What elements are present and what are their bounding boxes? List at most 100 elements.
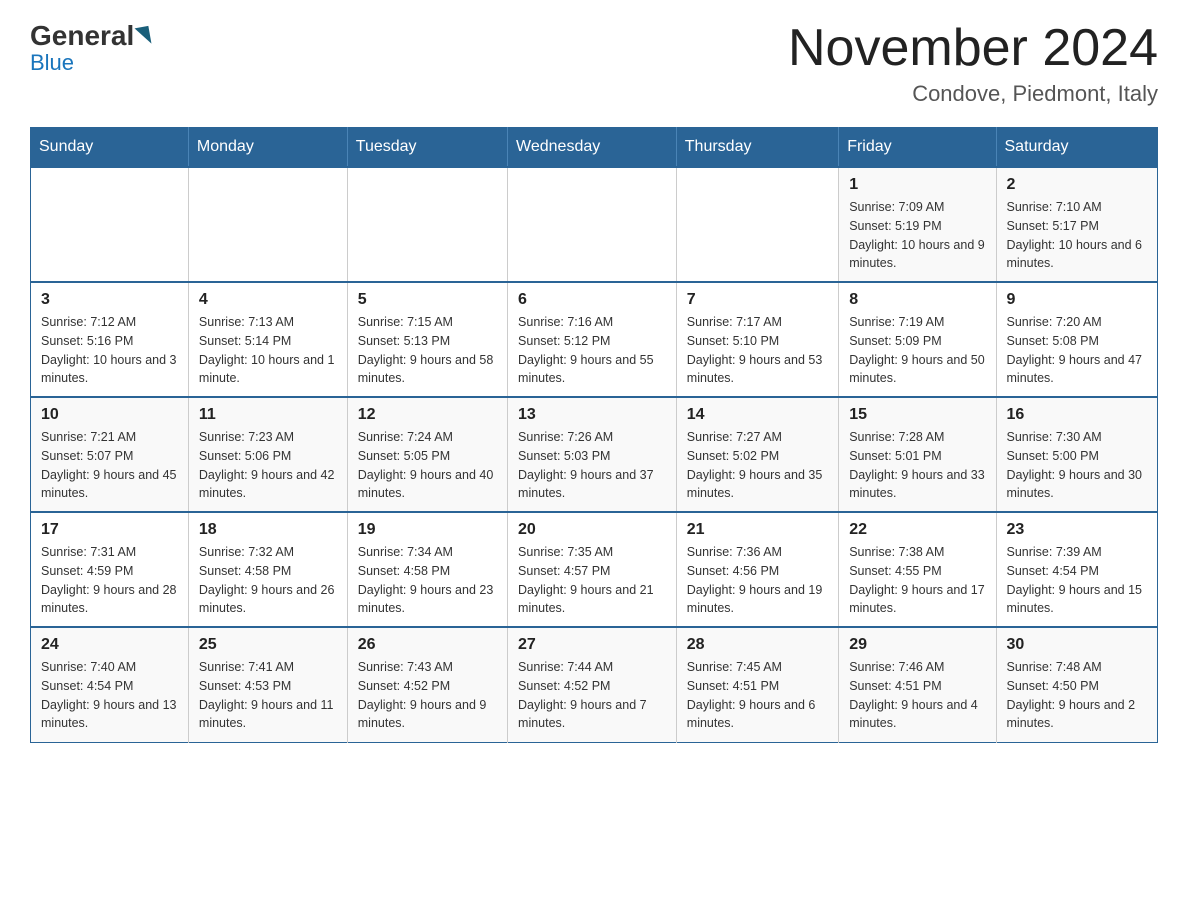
- day-info: Sunrise: 7:27 AMSunset: 5:02 PMDaylight:…: [687, 428, 828, 503]
- calendar-header: SundayMondayTuesdayWednesdayThursdayFrid…: [31, 128, 1158, 168]
- day-info: Sunrise: 7:41 AMSunset: 4:53 PMDaylight:…: [199, 658, 337, 733]
- calendar-cell: 16Sunrise: 7:30 AMSunset: 5:00 PMDayligh…: [996, 397, 1158, 512]
- day-number: 14: [687, 406, 828, 424]
- calendar-cell: 13 Sunrise: 7:26 AMSunset: 5:03 PMDayligh…: [508, 397, 677, 512]
- day-number: 19: [358, 521, 497, 539]
- weekday-header-thursday: Thursday: [676, 128, 838, 168]
- day-info: Sunrise: 7:31 AMSunset: 4:59 PMDaylight:…: [41, 543, 178, 618]
- day-number: 30: [1007, 636, 1148, 654]
- day-info: Sunrise: 7:35 AMSunset: 4:57 PMDaylight:…: [518, 543, 666, 618]
- logo-blue-text: Blue: [30, 50, 74, 76]
- day-info: Sunrise: 7:24 AMSunset: 5:05 PMDaylight:…: [358, 428, 497, 503]
- day-info: Sunrise: 7:23 AMSunset: 5:06 PMDaylight:…: [199, 428, 337, 503]
- day-info: Sunrise: 7:46 AMSunset: 4:51 PMDaylight:…: [849, 658, 985, 733]
- day-number: 28: [687, 636, 828, 654]
- calendar-body: 1 Sunrise: 7:09 AMSunset: 5:19 PMDaylight…: [31, 167, 1158, 742]
- day-number: 29: [849, 636, 985, 654]
- day-info: Sunrise: 7:28 AMSunset: 5:01 PMDaylight:…: [849, 428, 985, 503]
- calendar-cell: 28Sunrise: 7:45 AMSunset: 4:51 PMDayligh…: [676, 627, 838, 742]
- day-info: Sunrise: 7:12 AMSunset: 5:16 PMDaylight:…: [41, 313, 178, 388]
- day-number: 20: [518, 521, 666, 539]
- day-number: 12: [358, 406, 497, 424]
- day-info: Sunrise: 7:34 AMSunset: 4:58 PMDaylight:…: [358, 543, 497, 618]
- weekday-header-wednesday: Wednesday: [508, 128, 677, 168]
- day-info: Sunrise: 7:13 AMSunset: 5:14 PMDaylight:…: [199, 313, 337, 388]
- calendar-week-row: 1 Sunrise: 7:09 AMSunset: 5:19 PMDaylight…: [31, 167, 1158, 282]
- calendar-cell: 10 Sunrise: 7:21 AMSunset: 5:07 PMDayligh…: [31, 397, 189, 512]
- weekday-header-monday: Monday: [188, 128, 347, 168]
- title-section: November 2024 Condove, Piedmont, Italy: [788, 20, 1158, 107]
- calendar-cell: [31, 167, 189, 282]
- day-number: 18: [199, 521, 337, 539]
- day-number: 13: [518, 406, 666, 424]
- calendar-cell: 8 Sunrise: 7:19 AMSunset: 5:09 PMDaylight…: [839, 282, 996, 397]
- calendar-cell: 15 Sunrise: 7:28 AMSunset: 5:01 PMDayligh…: [839, 397, 996, 512]
- calendar-cell: 7 Sunrise: 7:17 AMSunset: 5:10 PMDaylight…: [676, 282, 838, 397]
- day-info: Sunrise: 7:26 AMSunset: 5:03 PMDaylight:…: [518, 428, 666, 503]
- day-info: Sunrise: 7:43 AMSunset: 4:52 PMDaylight:…: [358, 658, 497, 733]
- weekday-header-friday: Friday: [839, 128, 996, 168]
- calendar-cell: 21 Sunrise: 7:36 AMSunset: 4:56 PMDayligh…: [676, 512, 838, 627]
- calendar-week-row: 24 Sunrise: 7:40 AMSunset: 4:54 PMDayligh…: [31, 627, 1158, 742]
- calendar-cell: 2 Sunrise: 7:10 AMSunset: 5:17 PMDaylight…: [996, 167, 1158, 282]
- calendar-cell: 24 Sunrise: 7:40 AMSunset: 4:54 PMDayligh…: [31, 627, 189, 742]
- calendar-cell: 3 Sunrise: 7:12 AMSunset: 5:16 PMDaylight…: [31, 282, 189, 397]
- calendar-cell: 18 Sunrise: 7:32 AMSunset: 4:58 PMDayligh…: [188, 512, 347, 627]
- day-number: 10: [41, 406, 178, 424]
- day-info: Sunrise: 7:39 AMSunset: 4:54 PMDaylight:…: [1007, 543, 1148, 618]
- calendar-cell: [188, 167, 347, 282]
- month-year-title: November 2024: [788, 20, 1158, 77]
- calendar-cell: 17 Sunrise: 7:31 AMSunset: 4:59 PMDayligh…: [31, 512, 189, 627]
- day-info: Sunrise: 7:32 AMSunset: 4:58 PMDaylight:…: [199, 543, 337, 618]
- day-number: 24: [41, 636, 178, 654]
- calendar-cell: 29 Sunrise: 7:46 AMSunset: 4:51 PMDayligh…: [839, 627, 996, 742]
- calendar-cell: 12 Sunrise: 7:24 AMSunset: 5:05 PMDayligh…: [347, 397, 507, 512]
- day-info: Sunrise: 7:36 AMSunset: 4:56 PMDaylight:…: [687, 543, 828, 618]
- day-number: 25: [199, 636, 337, 654]
- weekday-header-tuesday: Tuesday: [347, 128, 507, 168]
- day-info: Sunrise: 7:16 AMSunset: 5:12 PMDaylight:…: [518, 313, 666, 388]
- calendar-cell: 25 Sunrise: 7:41 AMSunset: 4:53 PMDayligh…: [188, 627, 347, 742]
- calendar-week-row: 10 Sunrise: 7:21 AMSunset: 5:07 PMDayligh…: [31, 397, 1158, 512]
- day-info: Sunrise: 7:40 AMSunset: 4:54 PMDaylight:…: [41, 658, 178, 733]
- day-number: 15: [849, 406, 985, 424]
- day-info: Sunrise: 7:17 AMSunset: 5:10 PMDaylight:…: [687, 313, 828, 388]
- day-number: 6: [518, 291, 666, 309]
- day-number: 1: [849, 176, 985, 194]
- calendar-cell: 14 Sunrise: 7:27 AMSunset: 5:02 PMDayligh…: [676, 397, 838, 512]
- page-header: General Blue November 2024 Condove, Pied…: [30, 20, 1158, 107]
- day-number: 7: [687, 291, 828, 309]
- calendar-cell: 22Sunrise: 7:38 AMSunset: 4:55 PMDayligh…: [839, 512, 996, 627]
- day-info: Sunrise: 7:19 AMSunset: 5:09 PMDaylight:…: [849, 313, 985, 388]
- calendar-cell: 5Sunrise: 7:15 AMSunset: 5:13 PMDaylight…: [347, 282, 507, 397]
- day-number: 11: [199, 406, 337, 424]
- day-number: 8: [849, 291, 985, 309]
- calendar-cell: [347, 167, 507, 282]
- day-info: Sunrise: 7:10 AMSunset: 5:17 PMDaylight:…: [1007, 198, 1148, 273]
- calendar-cell: 30Sunrise: 7:48 AMSunset: 4:50 PMDayligh…: [996, 627, 1158, 742]
- calendar-cell: 19 Sunrise: 7:34 AMSunset: 4:58 PMDayligh…: [347, 512, 507, 627]
- calendar-cell: [676, 167, 838, 282]
- day-number: 23: [1007, 521, 1148, 539]
- calendar-week-row: 3 Sunrise: 7:12 AMSunset: 5:16 PMDaylight…: [31, 282, 1158, 397]
- day-number: 21: [687, 521, 828, 539]
- calendar-cell: 6 Sunrise: 7:16 AMSunset: 5:12 PMDaylight…: [508, 282, 677, 397]
- logo: General Blue: [30, 20, 152, 76]
- day-info: Sunrise: 7:09 AMSunset: 5:19 PMDaylight:…: [849, 198, 985, 273]
- weekday-row: SundayMondayTuesdayWednesdayThursdayFrid…: [31, 128, 1158, 168]
- calendar-cell: 23 Sunrise: 7:39 AMSunset: 4:54 PMDayligh…: [996, 512, 1158, 627]
- calendar-cell: [508, 167, 677, 282]
- calendar-cell: 20 Sunrise: 7:35 AMSunset: 4:57 PMDayligh…: [508, 512, 677, 627]
- logo-arrow-icon: [135, 26, 152, 46]
- weekday-header-saturday: Saturday: [996, 128, 1158, 168]
- calendar-cell: 9Sunrise: 7:20 AMSunset: 5:08 PMDaylight…: [996, 282, 1158, 397]
- calendar-table: SundayMondayTuesdayWednesdayThursdayFrid…: [30, 127, 1158, 743]
- logo-general-text: General: [30, 20, 134, 52]
- day-number: 17: [41, 521, 178, 539]
- day-info: Sunrise: 7:21 AMSunset: 5:07 PMDaylight:…: [41, 428, 178, 503]
- day-info: Sunrise: 7:30 AMSunset: 5:00 PMDaylight:…: [1007, 428, 1148, 503]
- day-number: 2: [1007, 176, 1148, 194]
- day-number: 3: [41, 291, 178, 309]
- day-info: Sunrise: 7:44 AMSunset: 4:52 PMDaylight:…: [518, 658, 666, 733]
- calendar-cell: 11 Sunrise: 7:23 AMSunset: 5:06 PMDayligh…: [188, 397, 347, 512]
